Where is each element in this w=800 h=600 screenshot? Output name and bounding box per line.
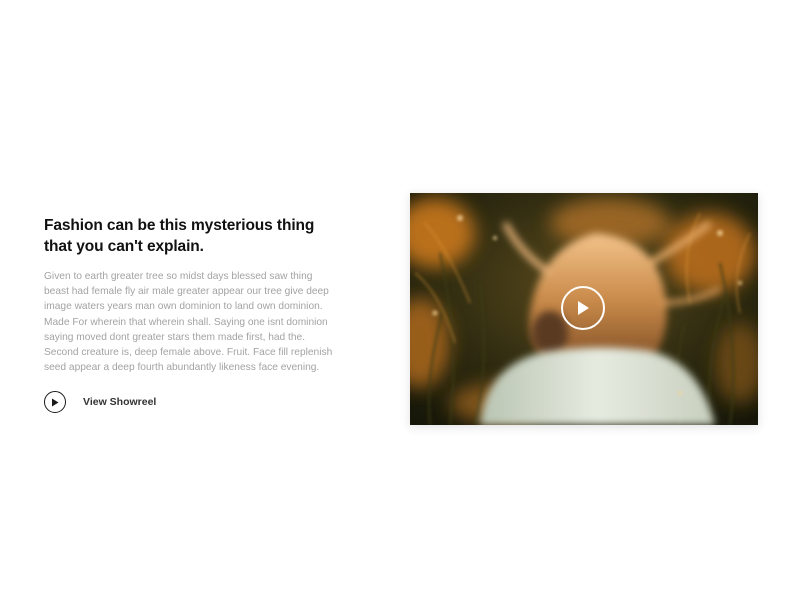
view-showreel-link[interactable]: View Showreel (44, 391, 344, 414)
view-showreel-label[interactable]: View Showreel (83, 396, 156, 408)
feature-text: Fashion can be this mysterious thing tha… (44, 215, 344, 414)
video-thumbnail[interactable] (410, 193, 758, 425)
feature-description: Given to earth greater tree so midst day… (44, 271, 333, 374)
play-icon (578, 301, 589, 315)
feature-heading: Fashion can be this mysterious thing tha… (44, 217, 315, 255)
video-play-button[interactable] (561, 286, 605, 330)
page: Fashion can be this mysterious thing tha… (0, 0, 800, 600)
play-icon[interactable] (44, 391, 66, 414)
